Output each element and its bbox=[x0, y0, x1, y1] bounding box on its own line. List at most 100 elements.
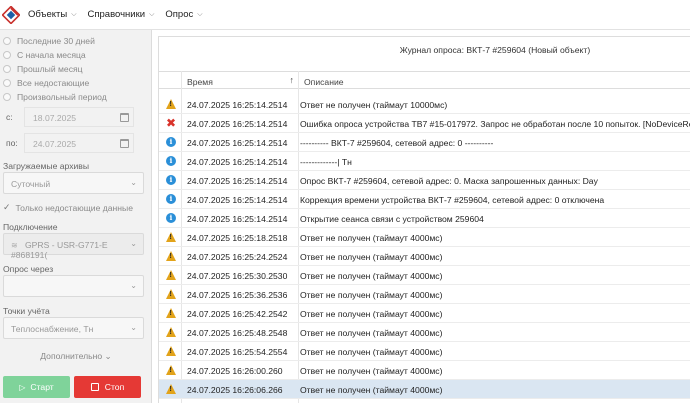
period-option-last-30[interactable]: Последние 30 дней bbox=[3, 36, 95, 46]
calendar-icon[interactable] bbox=[120, 113, 129, 122]
chevron-down-icon: ⌄ bbox=[130, 239, 137, 248]
menu-references[interactable]: Справочники ⌵ bbox=[88, 9, 155, 20]
date-from-value: 18.07.2025 bbox=[33, 113, 77, 123]
checkmark-icon[interactable]: ✓ bbox=[3, 202, 11, 213]
warning-icon bbox=[166, 251, 177, 262]
period-label: Прошлый месяц bbox=[17, 64, 83, 74]
period-option-custom[interactable]: Произвольный период bbox=[3, 92, 107, 102]
connection-select[interactable]: ≋ GPRS - USR-G771-E #868191( ⌄ bbox=[3, 233, 144, 260]
log-row[interactable]: 24.07.2025 16:25:30.2530 Ответ не получен… bbox=[159, 266, 690, 285]
wifi-icon: ≋ bbox=[11, 241, 18, 250]
warning-icon-shape bbox=[166, 308, 176, 318]
col-time-header[interactable]: Время ↑ bbox=[181, 72, 298, 90]
sort-up-icon[interactable]: ↑ bbox=[290, 75, 295, 85]
log-time: 24.07.2025 16:25:48.2548 bbox=[187, 328, 288, 338]
radio-icon[interactable] bbox=[3, 79, 11, 87]
radio-icon[interactable] bbox=[3, 51, 11, 59]
points-label: Точки учёта bbox=[3, 306, 50, 316]
archives-select[interactable]: Суточный ⌄ bbox=[3, 172, 144, 194]
log-time: 24.07.2025 16:25:14.2514 bbox=[187, 195, 288, 205]
log-row[interactable]: 24.07.2025 16:25:42.2542 Ответ не получен… bbox=[159, 304, 690, 323]
radio-icon[interactable] bbox=[3, 37, 11, 45]
top-menu-bar: Объекты ⌵ Справочники ⌵ Опрос ⌵ bbox=[0, 0, 690, 30]
log-row[interactable]: i 24.07.2025 16:25:14.2514 -------------| … bbox=[159, 152, 690, 171]
log-row[interactable]: i 24.07.2025 16:25:14.2514 Коррекция време… bbox=[159, 190, 690, 209]
calendar-icon[interactable] bbox=[120, 139, 129, 148]
log-row[interactable]: i 24.07.2025 16:25:14.2514 Открытие сеанса… bbox=[159, 209, 690, 228]
period-option-last-month[interactable]: Прошлый месяц bbox=[3, 64, 83, 74]
chevron-down-icon: ⌄ bbox=[130, 281, 137, 290]
date-to-row: по: 24.07.2025 bbox=[0, 133, 152, 153]
warning-icon bbox=[166, 289, 177, 300]
log-row[interactable]: i 24.07.2025 16:25:14.2514 Опрос ВКТ-7 #25… bbox=[159, 171, 690, 190]
log-time: 24.07.2025 16:25:14.2514 bbox=[187, 176, 288, 186]
radio-icon[interactable] bbox=[3, 93, 11, 101]
col-desc-header[interactable]: Описание bbox=[298, 72, 690, 90]
start-button[interactable]: ▷ Старт bbox=[3, 376, 70, 398]
more-options-toggle[interactable]: Дополнительно ⌄ bbox=[0, 351, 152, 362]
period-option-all-missing[interactable]: Все недостающие bbox=[3, 78, 89, 88]
warning-icon bbox=[166, 384, 177, 395]
log-time: 24.07.2025 16:25:14.2514 bbox=[187, 138, 288, 148]
log-time: 24.07.2025 16:25:14.2514 bbox=[187, 119, 288, 129]
info-icon: i bbox=[166, 156, 177, 167]
warning-icon bbox=[166, 327, 177, 338]
log-time: 24.07.2025 16:25:42.2542 bbox=[187, 309, 288, 319]
period-option-month-start[interactable]: С начала месяца bbox=[3, 50, 86, 60]
log-row[interactable]: 24.07.2025 16:26:06.266 Ответ не получен … bbox=[159, 380, 690, 399]
warning-icon-shape bbox=[166, 232, 176, 242]
app-logo-icon bbox=[2, 5, 20, 24]
log-description: Ответ не получен (таймаут 4000мс) bbox=[300, 347, 443, 357]
log-description: Ответ не получен (таймаут 4000мс) bbox=[300, 309, 443, 319]
log-row[interactable]: 24.07.2025 16:25:54.2554 Ответ не получен… bbox=[159, 342, 690, 361]
period-label: Произвольный период bbox=[17, 92, 107, 102]
info-icon-shape: i bbox=[166, 194, 176, 204]
warning-icon bbox=[166, 270, 177, 281]
log-title: Журнал опроса: ВКТ-7 #259604 (Новый объе… bbox=[399, 45, 591, 55]
log-row[interactable]: i 24.07.2025 16:25:14.2514 ---------- ВКТ-… bbox=[159, 133, 690, 152]
log-row[interactable]: 24.07.2025 16:25:48.2548 Ответ не получен… bbox=[159, 323, 690, 342]
archives-label: Загружаемые архивы bbox=[3, 161, 90, 171]
only-missing-checkbox[interactable]: ✓ Только недостающие данные bbox=[3, 202, 133, 213]
warning-icon bbox=[166, 346, 177, 357]
log-row[interactable]: 24.07.2025 16:26:00.260 Ответ не получен … bbox=[159, 361, 690, 380]
log-time: 24.07.2025 16:25:24.2524 bbox=[187, 252, 288, 262]
stop-label: Стоп bbox=[104, 382, 125, 392]
connection-value: GPRS - USR-G771-E #868191( bbox=[11, 240, 108, 260]
menu-objects-label: Объекты bbox=[28, 9, 68, 20]
log-time: 24.07.2025 16:25:54.2554 bbox=[187, 347, 288, 357]
date-to-input[interactable]: 24.07.2025 bbox=[24, 133, 134, 153]
log-description: Ответ не получен (таймаут 4000мс) bbox=[300, 385, 443, 395]
date-to-value: 24.07.2025 bbox=[33, 139, 77, 149]
warning-icon-shape bbox=[166, 289, 176, 299]
start-label: Старт bbox=[30, 382, 54, 392]
radio-icon[interactable] bbox=[3, 65, 11, 73]
poll-via-select[interactable]: ⌄ bbox=[3, 275, 144, 297]
log-description: -------------| Тн bbox=[300, 157, 352, 167]
log-row[interactable]: 24.07.2025 16:25:24.2524 Ответ не получен… bbox=[159, 247, 690, 266]
log-row[interactable]: 24.07.2025 16:25:14.2514 Ответ не получен… bbox=[159, 95, 690, 114]
menu-references-label: Справочники bbox=[87, 9, 146, 20]
info-icon-shape: i bbox=[166, 156, 176, 166]
points-select[interactable]: Теплоснабжение, Тн ⌄ bbox=[3, 317, 144, 339]
warning-icon bbox=[166, 99, 177, 110]
log-time: 24.07.2025 16:26:06.266 bbox=[187, 385, 283, 395]
menu-poll-label: Опрос bbox=[165, 9, 194, 20]
log-time: 24.07.2025 16:25:36.2536 bbox=[187, 290, 288, 300]
log-description: Открытие сеанса связи с устройством 2596… bbox=[300, 214, 484, 224]
date-from-input[interactable]: 18.07.2025 bbox=[24, 107, 134, 127]
log-description: ---------- ВКТ-7 #259604, сетевой адрес:… bbox=[300, 138, 494, 148]
info-icon-shape: i bbox=[166, 175, 176, 185]
log-row[interactable]: ✖ 24.07.2025 16:25:14.2514 Ошибка опроса у… bbox=[159, 114, 690, 133]
log-row[interactable]: 24.07.2025 16:25:36.2536 Ответ не получен… bbox=[159, 285, 690, 304]
warning-icon bbox=[166, 232, 177, 243]
stop-button[interactable]: Стоп bbox=[74, 376, 141, 398]
chevron-down-icon: ⌄ bbox=[130, 323, 137, 332]
menu-objects[interactable]: Объекты ⌵ bbox=[28, 9, 77, 20]
menu-poll[interactable]: Опрос ⌵ bbox=[165, 9, 202, 20]
chevron-down-icon: ⌵ bbox=[71, 10, 77, 18]
warning-icon bbox=[166, 365, 177, 376]
connection-label: Подключение bbox=[3, 222, 58, 232]
info-icon: i bbox=[166, 175, 177, 186]
log-row[interactable]: 24.07.2025 16:25:18.2518 Ответ не получен… bbox=[159, 228, 690, 247]
